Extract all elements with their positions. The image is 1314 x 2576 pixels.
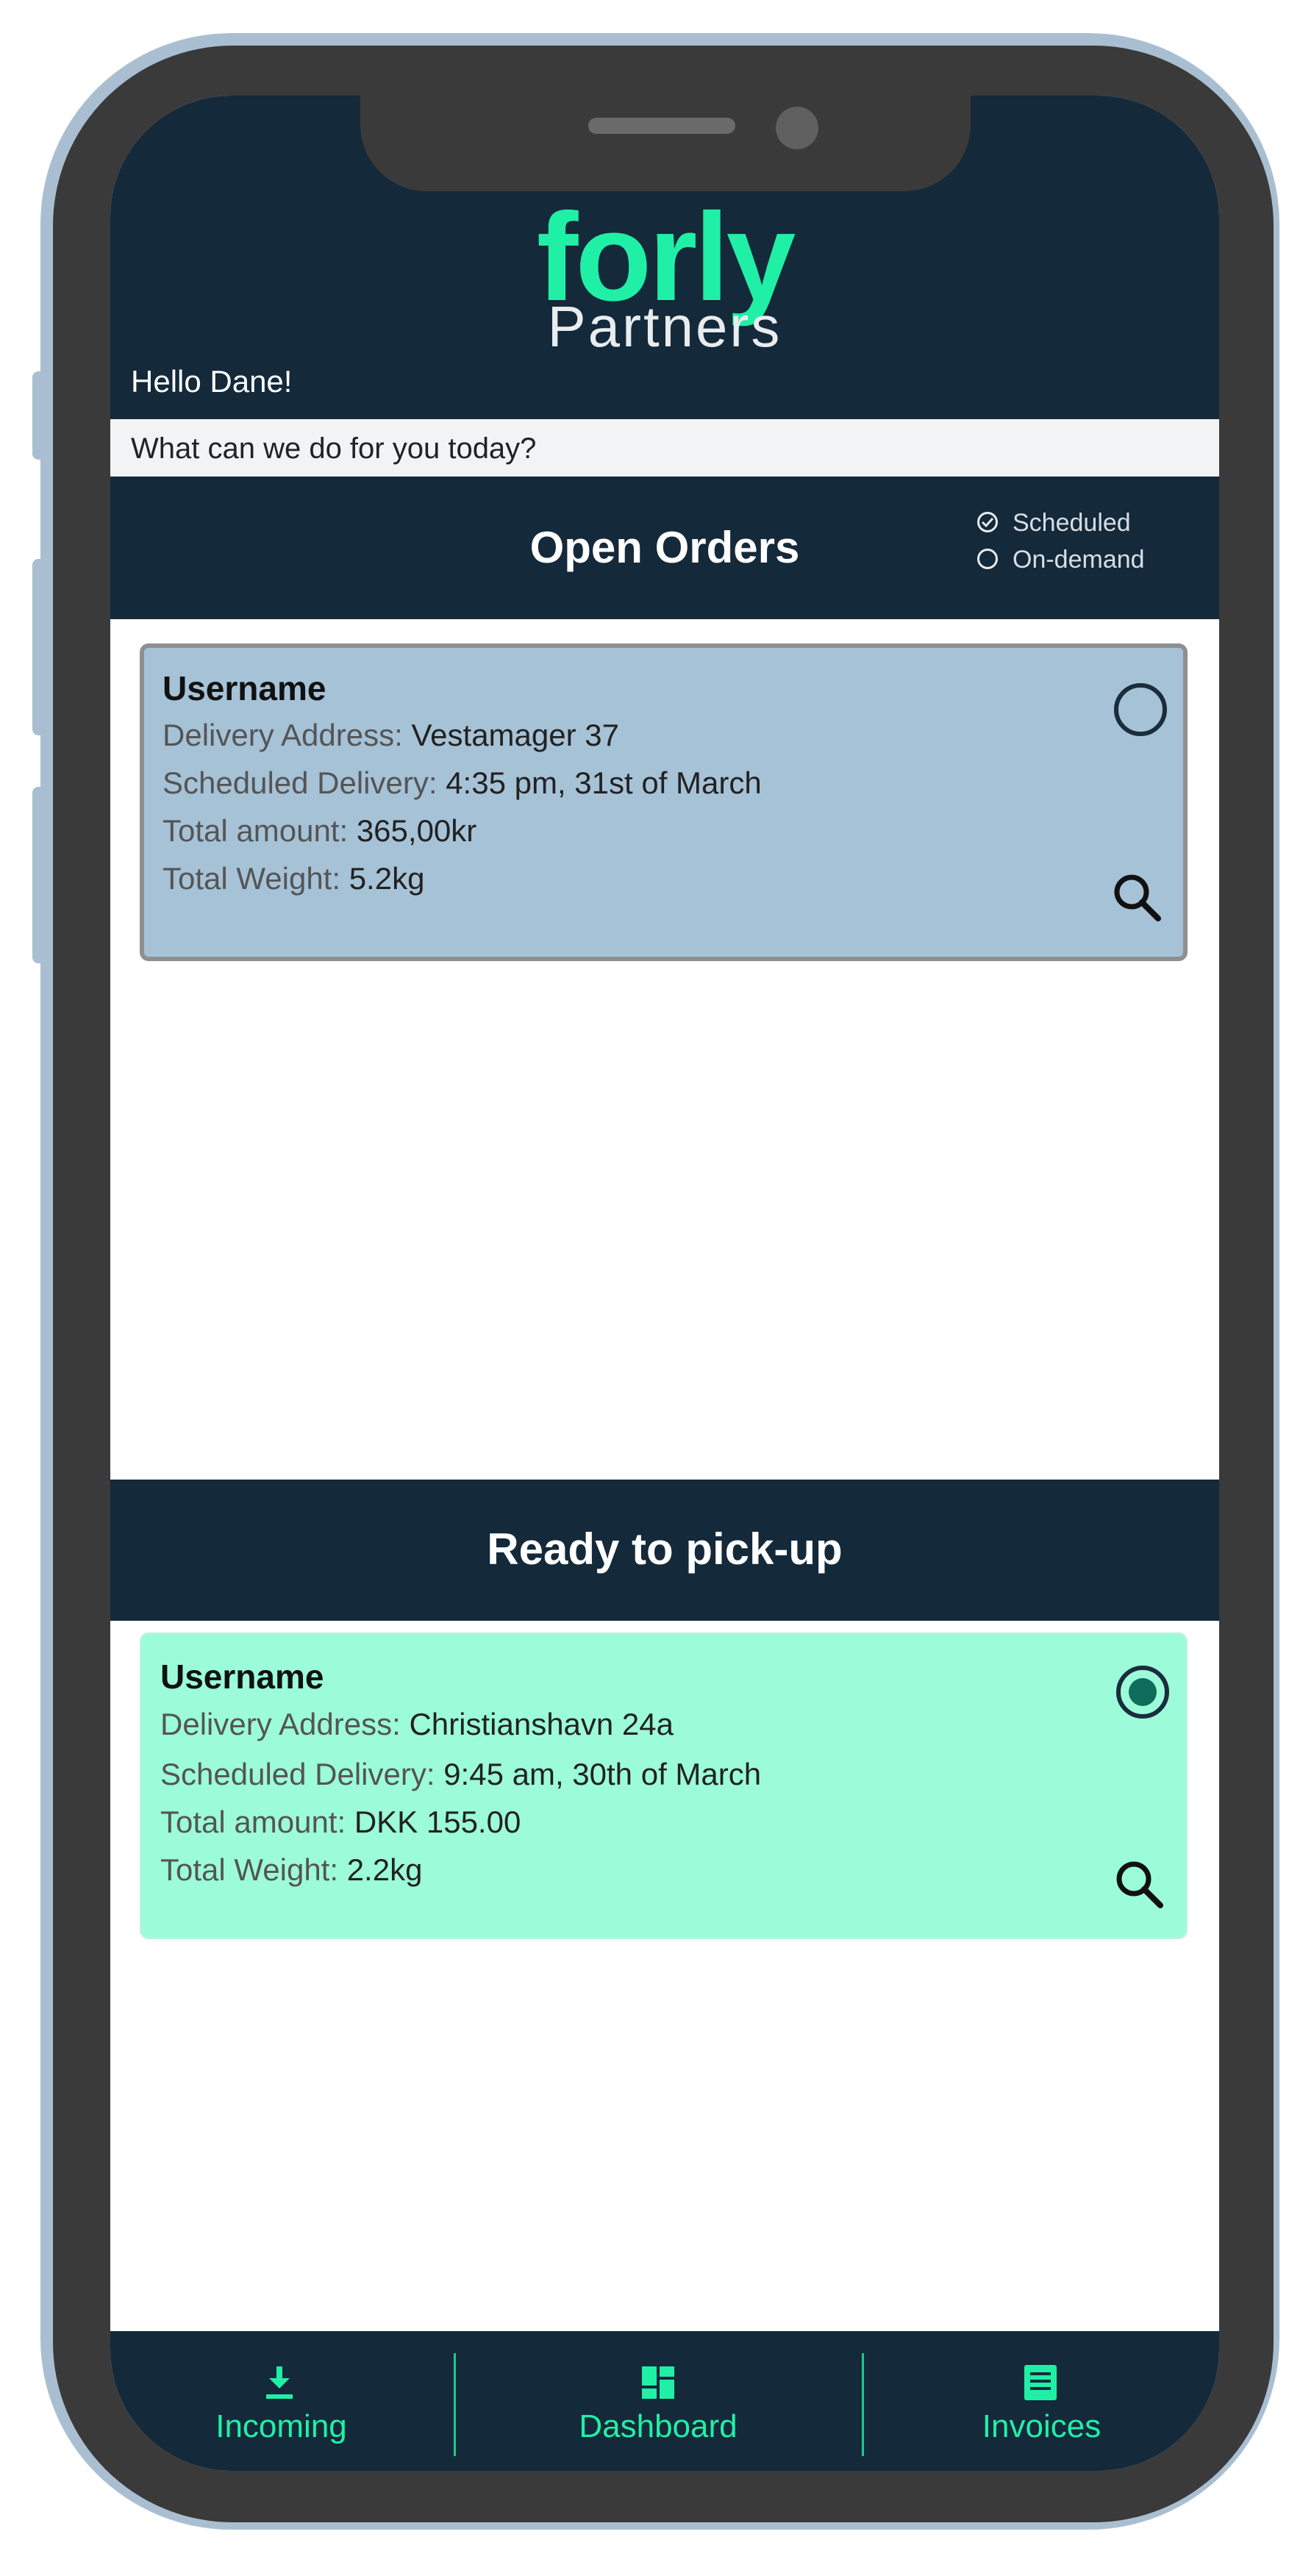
phone-camera bbox=[776, 107, 818, 149]
order-address: Delivery Address: Christianshavn 24a bbox=[160, 1707, 674, 1741]
invoice-icon bbox=[1024, 2365, 1057, 2400]
phone-speaker bbox=[588, 118, 735, 134]
filter-label: Scheduled bbox=[1013, 509, 1131, 537]
logo-subtitle: Partners bbox=[547, 294, 782, 359]
filter-on-demand[interactable]: On-demand bbox=[974, 541, 1145, 578]
dashboard-icon bbox=[642, 2366, 674, 2399]
nav-incoming[interactable]: Incoming bbox=[110, 2331, 452, 2471]
order-select-radio[interactable] bbox=[1116, 1666, 1169, 1719]
nav-invoices[interactable]: Invoices bbox=[864, 2331, 1219, 2471]
nav-dashboard[interactable]: Dashboard bbox=[456, 2331, 860, 2471]
ready-pickup-header: Ready to pick-up bbox=[110, 1480, 1219, 1621]
order-weight: Total Weight: 2.2kg bbox=[160, 1852, 423, 1887]
app-screen: forly Partners Hello Dane! What can we d… bbox=[110, 96, 1219, 2471]
bottom-nav: Incoming Dashboard Invoices bbox=[110, 2331, 1219, 2471]
order-select-radio[interactable] bbox=[1114, 683, 1167, 736]
check-circle-icon bbox=[977, 512, 998, 532]
order-username: Username bbox=[163, 669, 326, 707]
order-scheduled: Scheduled Delivery: 4:35 pm, 31st of Mar… bbox=[163, 766, 762, 800]
filter-label: On-demand bbox=[1013, 546, 1145, 574]
order-username: Username bbox=[160, 1658, 324, 1696]
order-type-filter: Scheduled On-demand bbox=[974, 504, 1145, 578]
radio-selected-dot bbox=[1129, 1678, 1157, 1706]
ready-pickup-title: Ready to pick-up bbox=[487, 1524, 843, 1574]
radio-empty-icon bbox=[977, 549, 998, 569]
filter-scheduled[interactable]: Scheduled bbox=[974, 504, 1145, 541]
order-scheduled: Scheduled Delivery: 9:45 am, 30th of Mar… bbox=[160, 1757, 762, 1791]
nav-label: Incoming bbox=[215, 2408, 347, 2444]
order-address: Delivery Address: Vestamager 37 bbox=[163, 718, 619, 752]
open-orders-header: Open Orders Scheduled On-demand bbox=[110, 477, 1219, 619]
phone-notch bbox=[360, 96, 971, 191]
nav-label: Dashboard bbox=[579, 2408, 738, 2444]
phone-side-button bbox=[32, 559, 53, 735]
prompt-bar[interactable]: What can we do for you today? bbox=[110, 419, 1219, 477]
phone-side-button bbox=[32, 787, 53, 963]
order-amount: Total amount: 365,00kr bbox=[163, 813, 477, 848]
order-weight: Total Weight: 5.2kg bbox=[163, 861, 425, 896]
prompt-text: What can we do for you today? bbox=[131, 432, 537, 465]
search-icon[interactable] bbox=[1108, 868, 1167, 927]
greeting-text: Hello Dane! bbox=[131, 364, 293, 399]
nav-label: Invoices bbox=[982, 2408, 1101, 2444]
download-icon bbox=[266, 2366, 293, 2399]
ready-order-card[interactable]: Username Delivery Address: Christianshav… bbox=[140, 1633, 1188, 1939]
phone-side-button bbox=[32, 371, 53, 460]
open-order-card[interactable]: Username Delivery Address: Vestamager 37… bbox=[140, 643, 1188, 961]
order-amount: Total amount: DKK 155.00 bbox=[160, 1805, 521, 1839]
search-icon[interactable] bbox=[1110, 1855, 1169, 1914]
